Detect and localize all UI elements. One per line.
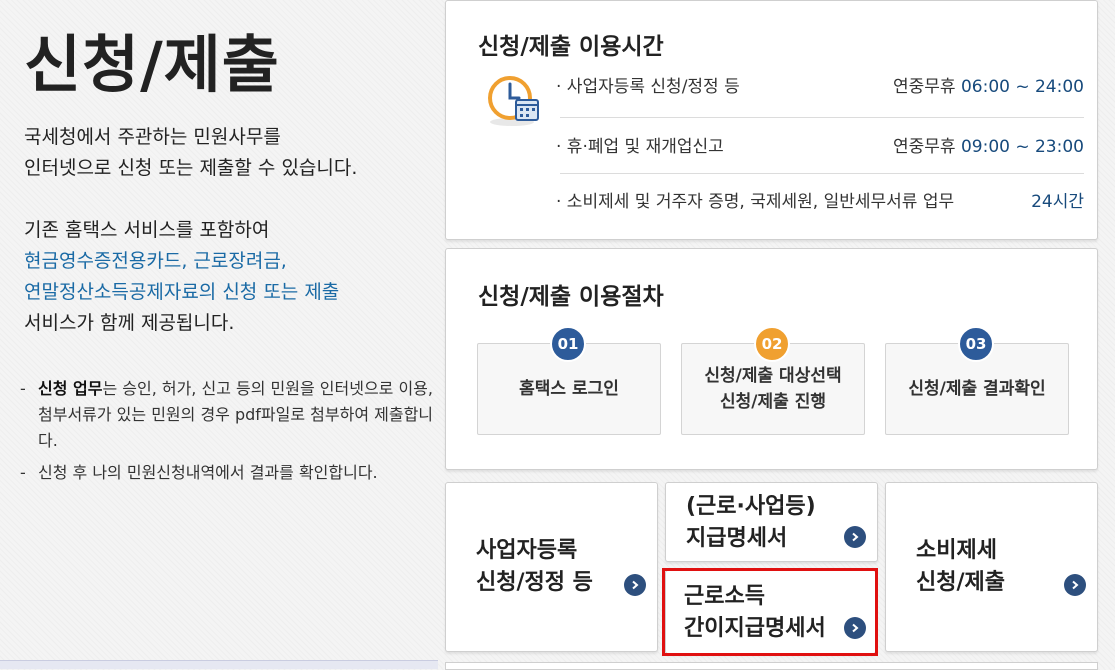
step-label: 신청/제출 대상선택 신청/제출 진행	[704, 366, 842, 412]
intro-line: 서비스가 함께 제공됩니다.	[24, 312, 235, 334]
note-text: 신청 후 나의 민원신청내역에서 결과를 확인합니다.	[38, 463, 378, 482]
hours-row-label: · 휴·폐업 및 재개업신고	[556, 137, 724, 157]
step-select-submit: 02 신청/제출 대상선택 신청/제출 진행	[681, 326, 865, 435]
hours-row-value: 연중무휴 06:00 ~ 24:00	[892, 77, 1084, 97]
next-card-edge	[445, 662, 1098, 670]
step-label: 신청/제출 결과확인	[908, 379, 1046, 399]
tile-label: (근로·사업등) 지급명세서	[686, 494, 816, 551]
simple-payment-statement-button[interactable]: 근로소득 간이지급명세서	[665, 570, 876, 654]
hours-row-label: · 소비제세 및 거주자 증명, 국제세원, 일반세무서류 업무	[556, 192, 955, 212]
step-check-result: 03 신청/제출 결과확인	[885, 326, 1069, 435]
payment-statement-button[interactable]: (근로·사업등) 지급명세서	[665, 482, 878, 562]
page-title: 신청/제출	[24, 28, 280, 101]
clock-calendar-icon	[486, 74, 542, 128]
chevron-right-icon	[1064, 574, 1086, 596]
usage-hours-card: 신청/제출 이용시간 · 사업자등록 신청/정정 등 연중무휴 06:00 ~ …	[445, 0, 1098, 240]
hours-row-label: · 사업자등록 신청/정정 등	[556, 77, 740, 97]
step-login: 01 홈택스 로그인	[477, 326, 661, 435]
tile-label: 사업자등록 신청/정정 등	[476, 538, 593, 595]
chevron-right-icon	[844, 617, 866, 639]
tile-label: 소비제세 신청/제출	[916, 538, 1005, 595]
note-bold: 신청 업무	[38, 379, 103, 398]
chevron-right-icon	[624, 574, 646, 596]
intro-line: 기존 홈택스 서비스를 포함하여	[24, 219, 270, 241]
usage-hours-title: 신청/제출 이용시간	[478, 34, 664, 60]
hours-row: · 휴·폐업 및 재개업신고 연중무휴 09:00 ~ 23:00	[556, 124, 1084, 164]
hours-row-value: 연중무휴 09:00 ~ 23:00	[892, 137, 1084, 157]
hours-row-value: 24시간	[1031, 192, 1084, 212]
note-item: - 신청 업무는 승인, 허가, 신고 등의 민원을 인터넷으로 이용, 첨부서…	[20, 379, 434, 450]
intro-line: 인터넷으로 신청 또는 제출할 수 있습니다.	[24, 157, 358, 179]
hours-row: · 사업자등록 신청/정정 등 연중무휴 06:00 ~ 24:00	[556, 64, 1084, 104]
intro-highlight-line: 연말정산소득공제자료의 신청 또는 제출	[24, 281, 340, 303]
tile-label: 근로소득 간이지급명세서	[684, 584, 826, 641]
business-registration-button[interactable]: 사업자등록 신청/정정 등	[445, 482, 658, 652]
note-item: - 신청 후 나의 민원신청내역에서 결과를 확인합니다.	[20, 463, 378, 482]
intro-text: 국세청에서 주관하는 민원사무를 인터넷으로 신청 또는 제출할 수 있습니다.…	[24, 122, 434, 339]
usage-procedure-card: 신청/제출 이용절차 01 홈택스 로그인 02 신청/제출 대상선택 신청/제…	[445, 248, 1098, 470]
hours-row: · 소비제세 및 거주자 증명, 국제세원, 일반세무서류 업무 24시간	[556, 179, 1084, 219]
intro-line: 국세청에서 주관하는 민원사무를	[24, 126, 281, 148]
step-label: 홈택스 로그인	[519, 379, 619, 399]
intro-highlight-line: 현금영수증전용카드, 근로장려금,	[24, 250, 287, 272]
intro-panel: 신청/제출 국세청에서 주관하는 민원사무를 인터넷으로 신청 또는 제출할 수…	[0, 0, 440, 669]
usage-procedure-title: 신청/제출 이용절차	[478, 284, 664, 310]
consumption-tax-button[interactable]: 소비제세 신청/제출	[885, 482, 1098, 652]
notes-list: - 신청 업무는 승인, 허가, 신고 등의 민원을 인터넷으로 이용, 첨부서…	[20, 376, 435, 492]
chevron-right-icon	[844, 526, 866, 548]
